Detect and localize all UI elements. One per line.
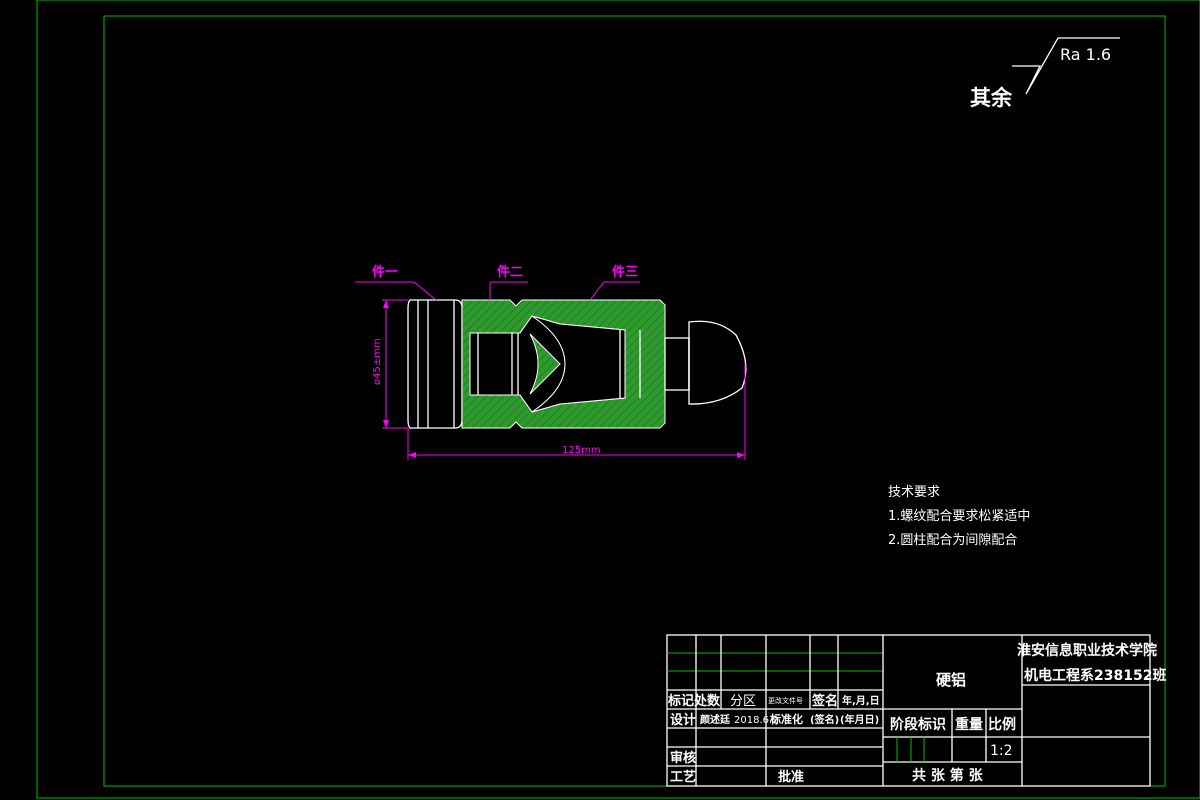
tb-department: 机电工程系238152班	[1024, 667, 1166, 684]
title-block: 硬铝 淮安信息职业技术学院 机电工程系238152班 标记 处数 分区 更改文件…	[666, 634, 1166, 787]
tb-standardize: 标准化	[769, 712, 803, 726]
tech-requirement-1: 1.螺纹配合要求松紧适中	[888, 509, 1030, 524]
svg-text:件一: 件一	[372, 264, 398, 280]
tech-requirements: 技术要求 1.螺纹配合要求松紧适中 2.圆柱配合为间隙配合	[888, 485, 1030, 548]
tb-designer: 颜述廷	[700, 713, 731, 726]
tb-sheets: 共 张 第 张	[912, 767, 984, 784]
tb-weight-label: 重量	[955, 716, 983, 733]
tb-sign-placeholder: (签名)	[810, 713, 839, 726]
part-label-2: 件二	[489, 264, 528, 300]
svg-text:件二: 件二	[497, 264, 523, 280]
tb-scale-label: 比例	[988, 716, 1016, 733]
part-label-1: 件一	[355, 264, 437, 301]
tb-date-placeholder: (年月日)	[840, 713, 879, 726]
part-label-3: 件三	[589, 264, 640, 301]
dimension-diameter: ø45±mm	[372, 299, 408, 429]
tb-process-label: 工艺	[670, 769, 696, 785]
tb-stage-label: 阶段标识	[890, 716, 946, 733]
tb-school: 淮安信息职业技术学院	[1017, 642, 1157, 659]
tb-part-name: 硬铝	[936, 671, 966, 689]
tb-h-zone: 分区	[730, 694, 756, 709]
svg-text:ø45±mm: ø45±mm	[372, 338, 383, 385]
pin-ball	[688, 320, 747, 405]
tb-approve-label: 批准	[778, 769, 804, 785]
tb-scale-value: 1:2	[990, 743, 1013, 759]
cad-drawing: 其余 Ra 1.6 件一 件二 件三 ø45±mm 125mm 技术要求 1.螺…	[36, 0, 1200, 799]
tech-requirements-title: 技术要求	[888, 485, 940, 500]
tb-h-count: 处数	[693, 693, 721, 709]
surface-finish-symbol: 其余 Ra 1.6	[970, 37, 1120, 110]
tb-h-date: 年,月,日	[842, 694, 880, 707]
assembly-part	[407, 299, 747, 429]
tb-h-sign: 签名	[811, 693, 838, 709]
tb-h-mark: 标记	[667, 693, 694, 709]
tb-review-label: 审核	[670, 750, 696, 766]
tech-requirement-2: 2.圆柱配合为间隙配合	[888, 533, 1017, 548]
pin-shaft	[664, 337, 690, 391]
svg-text:件三: 件三	[612, 264, 638, 280]
svg-text:125mm: 125mm	[562, 445, 601, 456]
surface-finish-value: Ra 1.6	[1060, 45, 1111, 64]
tb-design-label: 设计	[670, 712, 696, 728]
tb-h-docno: 更改文件号	[768, 696, 803, 705]
surface-finish-prefix: 其余	[970, 86, 1013, 110]
